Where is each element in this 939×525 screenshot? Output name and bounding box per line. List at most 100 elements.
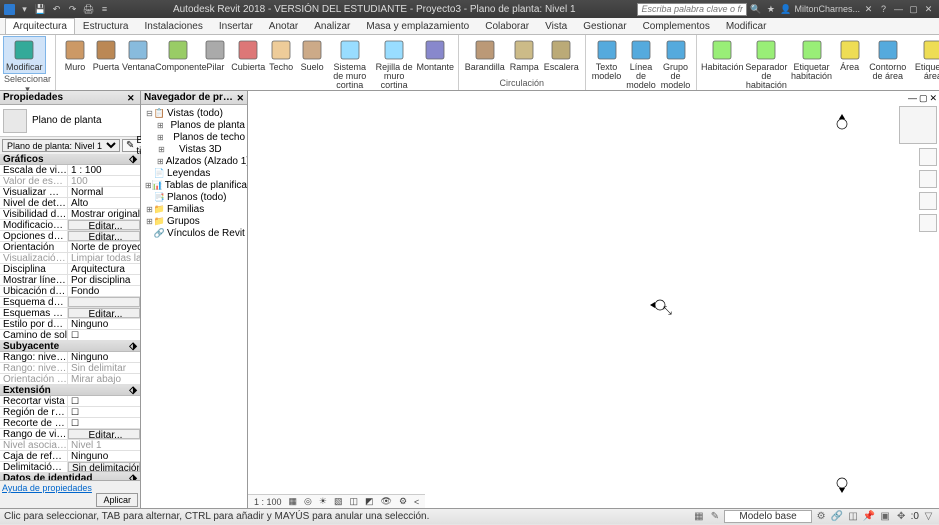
select-pinned-icon[interactable]: 📌 [863, 510, 876, 523]
properties-close[interactable]: ✕ [127, 93, 137, 103]
minimize-button[interactable]: — [892, 3, 905, 16]
qat-more[interactable]: ≡ [98, 3, 111, 16]
view-min-icon[interactable]: — [908, 93, 917, 104]
prop-value[interactable]: Sin delimitación [68, 462, 140, 472]
tree-item[interactable]: 🔗Vínculos de Revit [143, 227, 245, 239]
prop-row[interactable]: Estilo por defecto de a...Ninguno [0, 319, 140, 330]
prop-value[interactable]: Editar... [68, 308, 140, 318]
prop-row[interactable]: Rango: nivel superiorSin delimitar [0, 363, 140, 374]
tab-complementos[interactable]: Complementos [635, 18, 718, 34]
prop-row[interactable]: DisciplinaArquitectura [0, 264, 140, 275]
elevation-marker-south[interactable] [833, 476, 851, 494]
prop-row[interactable]: Visibilidad de piezasMostrar original [0, 209, 140, 220]
qat-redo[interactable]: ↷ [66, 3, 79, 16]
prop-row[interactable]: Valor de escala 1:100 [0, 176, 140, 187]
crop-view-icon[interactable]: ◫ [348, 496, 361, 507]
qat-save[interactable]: 💾 [34, 3, 47, 16]
prop-value[interactable]: Editar... [68, 220, 140, 230]
prop-section-header[interactable]: Gráficos⬗ [0, 154, 140, 165]
prop-row[interactable]: Mostrar líneas ocultasPor disciplina [0, 275, 140, 286]
escalera-button[interactable]: Escalera [542, 37, 581, 77]
drawing-canvas[interactable]: —▢✕ ⤡ 1 : 100 ▦ ◎ ☀ ▧ ◫ ◩ 👁 ⚙ < [248, 91, 939, 508]
prop-value[interactable]: Nivel 1 [68, 440, 140, 450]
tab-arquitectura[interactable]: Arquitectura [5, 18, 75, 34]
prop-value[interactable]: Editar... [68, 231, 140, 241]
tree-item[interactable]: ⊞Vistas 3D [143, 143, 245, 155]
prop-row[interactable]: Camino de sol [0, 330, 140, 341]
prop-value[interactable]: 100 [68, 176, 140, 186]
prop-value[interactable]: Norte de proyecto [68, 242, 140, 252]
prop-value[interactable] [68, 396, 140, 406]
etiquetar-habitación-button[interactable]: Etiquetar habitación [789, 37, 833, 91]
view-cube[interactable] [899, 106, 937, 144]
prop-row[interactable]: Esquema de color [0, 297, 140, 308]
prop-value[interactable] [68, 418, 140, 428]
prop-value[interactable]: Ninguno [68, 451, 140, 461]
prop-section-header[interactable]: Subyacente⬗ [0, 341, 140, 352]
drag-icon[interactable]: ✥ [895, 510, 908, 523]
prop-row[interactable]: Orientación subyacenteMirar abajo [0, 374, 140, 385]
workset-icon[interactable]: ▦ [692, 510, 705, 523]
type-selector[interactable]: Plano de planta [0, 105, 140, 137]
prop-row[interactable]: Ubicación de esquem...Fondo [0, 286, 140, 297]
qat-print[interactable]: 🖨 [82, 3, 95, 16]
prop-section-header[interactable]: Extensión⬗ [0, 385, 140, 396]
shadows-icon[interactable]: ▧ [332, 496, 345, 507]
tab-gestionar[interactable]: Gestionar [575, 18, 634, 34]
prop-value[interactable] [68, 297, 140, 307]
prop-value[interactable]: Limpiar todas las union... [68, 253, 140, 263]
prop-row[interactable]: OrientaciónNorte de proyecto [0, 242, 140, 253]
tab-estructura[interactable]: Estructura [75, 18, 137, 34]
prop-value[interactable]: Ninguno [68, 352, 140, 362]
tab-colaborar[interactable]: Colaborar [477, 18, 537, 34]
prop-row[interactable]: Nivel de detalleAlto [0, 198, 140, 209]
prop-row[interactable]: Rango de vistaEditar... [0, 429, 140, 440]
prop-row[interactable]: Modificaciones de visi...Editar... [0, 220, 140, 231]
instance-selector[interactable]: Plano de planta: Nivel 1 [2, 139, 120, 152]
prop-value[interactable] [68, 407, 140, 417]
visual-style-icon[interactable]: ◎ [302, 496, 314, 507]
prop-value[interactable]: Ninguno [68, 319, 140, 329]
prop-row[interactable]: Región de recorte visi... [0, 407, 140, 418]
tab-anotar[interactable]: Anotar [261, 18, 306, 34]
ventana-button[interactable]: Ventana [122, 37, 155, 91]
prop-value[interactable]: 1 : 100 [68, 165, 140, 175]
select-links-icon[interactable]: 🔗 [831, 510, 844, 523]
muro-button[interactable]: Muro [60, 37, 90, 91]
tree-toggle-icon[interactable]: ⊞ [157, 145, 166, 154]
design-options-icon[interactable]: ⚙ [815, 510, 828, 523]
grupo-de-modelo-button[interactable]: Grupo de modelo [659, 37, 693, 91]
elevation-marker-north[interactable] [833, 113, 851, 131]
prop-row[interactable]: Visualizar modeloNormal [0, 187, 140, 198]
tree-item[interactable]: ⊞📁Grupos [143, 215, 245, 227]
editable-icon[interactable]: ✎ [708, 510, 721, 523]
tab-masa-y-emplazamiento[interactable]: Masa y emplazamiento [358, 18, 477, 34]
prop-row[interactable]: Recortar vista [0, 396, 140, 407]
línea-de-modelo-button[interactable]: Línea de modelo [624, 37, 658, 91]
rampa-button[interactable]: Rampa [508, 37, 541, 77]
componente-button[interactable]: Componente [156, 37, 199, 91]
etiquetar-área-button[interactable]: Etiquetar área [911, 37, 939, 91]
reveal-icon[interactable]: < [412, 497, 421, 507]
tree-item[interactable]: ⊞Alzados (Alzado 1) [143, 155, 245, 167]
help-search[interactable] [637, 3, 747, 16]
tree-toggle-icon[interactable]: ⊟ [145, 109, 154, 118]
tree-item[interactable]: ⊞Planos de planta [143, 119, 245, 131]
nav-home-icon[interactable] [919, 148, 937, 166]
prop-row[interactable]: Visualización de unió...Limpiar todas la… [0, 253, 140, 264]
área-button[interactable]: Área [835, 37, 865, 91]
tree-toggle-icon[interactable]: ⊞ [145, 217, 154, 226]
prop-row[interactable]: Rango: nivel baseNinguno [0, 352, 140, 363]
habitación-button[interactable]: Habitación [701, 37, 743, 91]
prop-row[interactable]: Delimitación de profun...Sin delimitació… [0, 462, 140, 473]
select-face-icon[interactable]: ▣ [879, 510, 892, 523]
crop-visible-icon[interactable]: ◩ [363, 496, 376, 507]
tab-modificar[interactable]: Modificar [718, 18, 775, 34]
prop-row[interactable]: Esquemas de color de ...Editar... [0, 308, 140, 319]
montante-button[interactable]: Montante [417, 37, 454, 91]
prop-value[interactable] [68, 330, 140, 340]
tab-insertar[interactable]: Insertar [211, 18, 261, 34]
tree-toggle-icon[interactable]: ⊞ [157, 121, 164, 130]
modificar-button[interactable]: Modificar [4, 37, 45, 73]
prop-value[interactable]: Arquitectura [68, 264, 140, 274]
